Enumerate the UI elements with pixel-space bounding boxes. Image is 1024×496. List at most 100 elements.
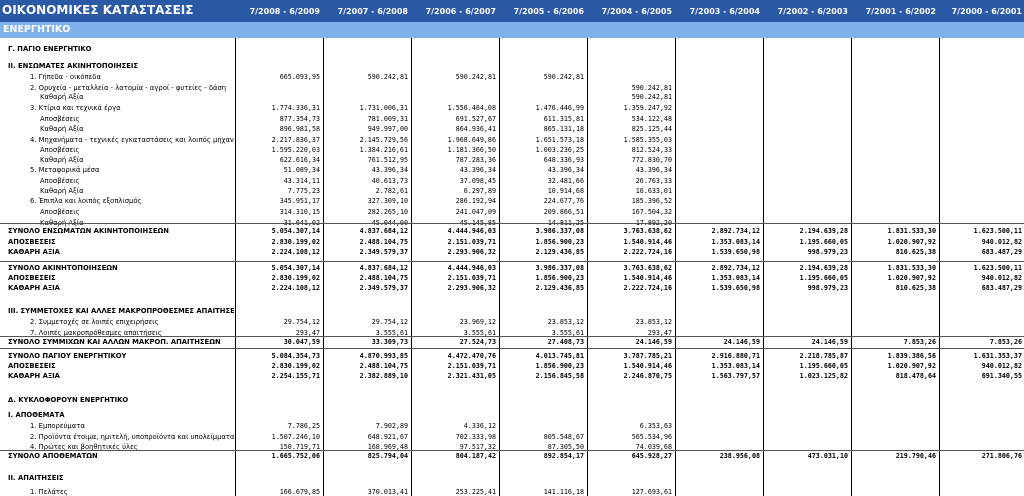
period-column-header: 7/2006 - 6/2007 xyxy=(425,7,496,16)
cell-value: 345.951,17 xyxy=(279,197,320,205)
cell-value: 1.020.907,92 xyxy=(887,362,936,370)
cell-value: 949.997,00 xyxy=(367,125,408,133)
cell-value: 1.195.660,05 xyxy=(799,362,848,370)
row-label: ΣΥΝΟΛΟ ΣΥΜΜΙΧΩΝ ΚΑΙ ΑΛΛΩΝ ΜΑΚΡΟΠ. ΑΠΑΙΤΗ… xyxy=(8,338,221,346)
cell-value: 2.830.199,02 xyxy=(271,238,320,246)
cell-value: 2.321.431,05 xyxy=(447,372,496,380)
row-label: ΑΠΟΣΒΕΣΕΙΣ xyxy=(8,238,56,246)
cell-value: 1.585.355,03 xyxy=(623,136,672,144)
cell-value: 5.054.307,14 xyxy=(271,264,320,272)
cell-value: 1.631.353,37 xyxy=(973,352,1022,360)
cell-value: 2.194.639,28 xyxy=(799,227,848,235)
cell-value: 23.969,12 xyxy=(459,318,496,326)
cell-value: 23.853,12 xyxy=(547,318,584,326)
cell-value: 1.856.900,23 xyxy=(535,274,584,282)
row-label: ΚΑΘΑΡΗ ΑΞΙΑ xyxy=(8,248,60,256)
cell-value: 691.527,67 xyxy=(455,115,496,123)
row-label: ΣΥΝΟΛΟ ΑΠΟΘΕΜΑΤΩΝ xyxy=(8,452,98,460)
cell-value: 4.870.993,85 xyxy=(359,352,408,360)
row-label: 2. Συμμετοχές σε λοιπές επιχειρήσεις xyxy=(30,318,159,326)
cell-value: 473.031,10 xyxy=(807,452,848,460)
cell-value: 43.396,34 xyxy=(635,166,672,174)
cell-value: 4.837.684,12 xyxy=(359,227,408,235)
cell-value: 24.146,59 xyxy=(811,338,848,346)
cell-value: 4.837.684,12 xyxy=(359,264,408,272)
cell-value: 998.979,23 xyxy=(807,248,848,256)
cell-value: 10.914,68 xyxy=(547,187,584,195)
row-label: Καθαρή Αξία xyxy=(40,156,84,164)
cell-value: 2.892.734,12 xyxy=(711,264,760,272)
cell-value: 327.309,10 xyxy=(367,197,408,205)
cell-value: 3.763.638,62 xyxy=(623,264,672,272)
cell-value: 1.856.900,23 xyxy=(535,362,584,370)
cell-value: 238.956,08 xyxy=(719,452,760,460)
cell-value: 2.222.724,16 xyxy=(623,248,672,256)
cell-value: 4.013.745,81 xyxy=(535,352,584,360)
cell-value: 370.013,41 xyxy=(367,488,408,496)
row-label: 2. Ορυχεία - μεταλλεία - λατομία - αγροί… xyxy=(30,84,227,92)
cell-value: 4.444.946,03 xyxy=(447,227,496,235)
row-label: ΣΥΝΟΛΟ ΠΑΓΙΟΥ ΕΝΕΡΓΗΤΙΚΟΥ xyxy=(8,352,127,360)
cell-value: 2.194.639,28 xyxy=(799,264,848,272)
cell-value: 4.336,12 xyxy=(463,422,496,430)
cell-value: 590.242,81 xyxy=(543,73,584,81)
cell-value: 2.246.870,75 xyxy=(623,372,672,380)
cell-value: 2.349.579,37 xyxy=(359,248,408,256)
cell-value: 2.151.039,71 xyxy=(447,362,496,370)
cell-value: 1.831.533,30 xyxy=(887,264,936,272)
cell-value: 1.623.500,11 xyxy=(973,227,1022,235)
cell-value: 23.853,12 xyxy=(635,318,672,326)
total-separator xyxy=(0,348,1024,349)
cell-value: 2.224.108,12 xyxy=(271,248,320,256)
cell-value: 702.333,98 xyxy=(455,433,496,441)
period-column-header: 7/2004 - 6/2005 xyxy=(601,7,672,16)
cell-value: 2.224.108,12 xyxy=(271,284,320,292)
cell-value: 37.098,45 xyxy=(459,177,496,185)
cell-value: 787.283,36 xyxy=(455,156,496,164)
cell-value: 224.677,76 xyxy=(543,197,584,205)
row-label: Καθαρή Αξία xyxy=(40,187,84,195)
cell-value: 43.314,11 xyxy=(283,177,320,185)
cell-value: 1.831.533,30 xyxy=(887,227,936,235)
cell-value: 940.012,82 xyxy=(981,274,1022,282)
cell-value: 2.293.906,32 xyxy=(447,284,496,292)
cell-value: 4.472.470,76 xyxy=(447,352,496,360)
section-bar: ΕΝΕΡΓΗΤΙΚΟ xyxy=(0,22,1024,38)
cell-value: 1.556.464,08 xyxy=(447,104,496,112)
cell-value: 314.310,15 xyxy=(279,208,320,216)
cell-value: 1.353.083,14 xyxy=(711,238,760,246)
cell-value: 26.763,33 xyxy=(635,177,672,185)
cell-value: 7.853,26 xyxy=(989,338,1022,346)
cell-value: 1.563.797,57 xyxy=(711,372,760,380)
row-label: Καθαρή Αξία xyxy=(40,93,84,101)
cell-value: 1.023.125,82 xyxy=(799,372,848,380)
cell-value: 2.222.724,16 xyxy=(623,284,672,292)
cell-value: 781.009,31 xyxy=(367,115,408,123)
cell-value: 271.806,76 xyxy=(981,452,1022,460)
cell-value: 1.540.914,46 xyxy=(623,362,672,370)
cell-value: 622.616,34 xyxy=(279,156,320,164)
row-label: 1. Εμπορεύματα xyxy=(30,422,85,430)
cell-value: 219.790,46 xyxy=(895,452,936,460)
cell-value: 2.156.845,58 xyxy=(535,372,584,380)
cell-value: 282.265,10 xyxy=(367,208,408,216)
cell-value: 1.353.083,14 xyxy=(711,362,760,370)
cell-value: 665.093,95 xyxy=(279,73,320,81)
cell-value: 209.866,51 xyxy=(543,208,584,216)
cell-value: 818.478,64 xyxy=(895,372,936,380)
cell-value: 1.181.366,50 xyxy=(447,146,496,154)
cell-value: 2.218.785,87 xyxy=(799,352,848,360)
cell-value: 1.968.649,86 xyxy=(447,136,496,144)
period-column-header: 7/2000 - 6/2001 xyxy=(951,7,1022,16)
cell-value: 648.336,93 xyxy=(543,156,584,164)
cell-value: 1.665.752,06 xyxy=(271,452,320,460)
cell-value: 29.754,12 xyxy=(371,318,408,326)
cell-value: 43.396,34 xyxy=(547,166,584,174)
cell-value: 2.830.199,02 xyxy=(271,362,320,370)
cell-value: 648.921,67 xyxy=(367,433,408,441)
cell-value: 611.315,81 xyxy=(543,115,584,123)
cell-value: 167.504,32 xyxy=(631,208,672,216)
cell-value: 6.297,89 xyxy=(463,187,496,195)
row-label: Δ. ΚΥΚΛΟΦΟΡΟΥΝ ΕΝΕΡΓΗΤΙΚΟ xyxy=(8,396,129,404)
period-column-header: 7/2002 - 6/2003 xyxy=(777,7,848,16)
